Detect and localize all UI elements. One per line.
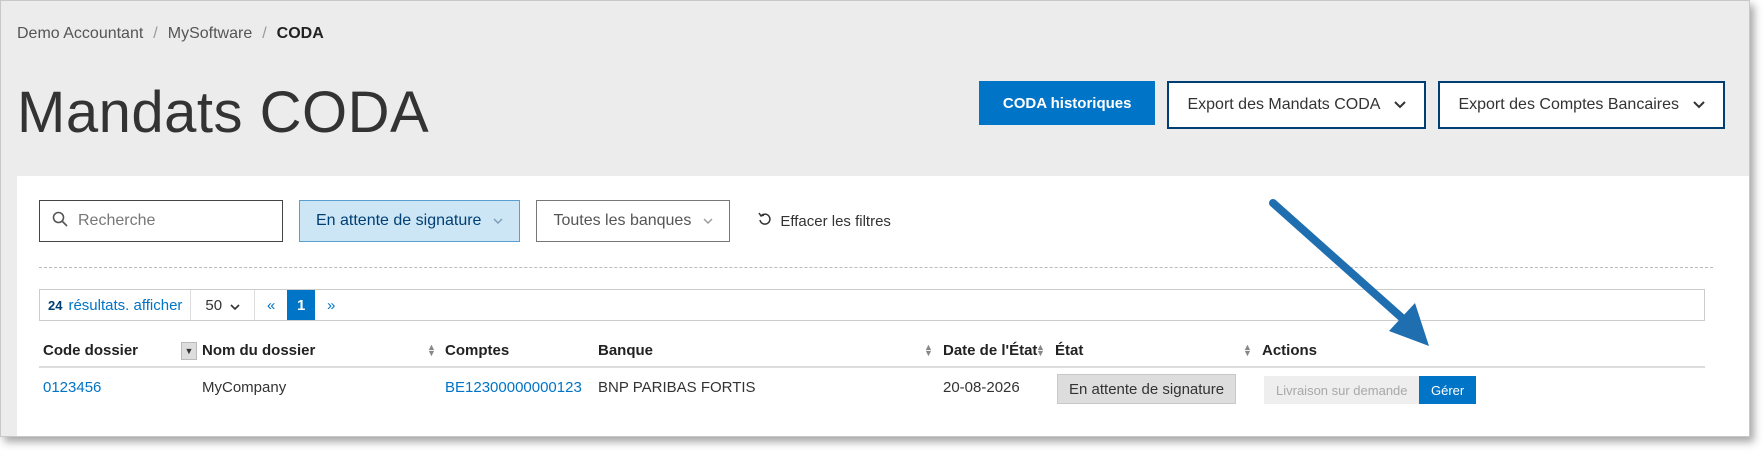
chevron-down-icon <box>493 216 503 227</box>
cell-name: MyCompany <box>202 379 287 396</box>
page-title: Mandats CODA <box>17 80 430 145</box>
export-mandates-label: Export des Mandats CODA <box>1187 96 1381 113</box>
cell-account-link[interactable]: BE12300000000123 <box>445 379 582 396</box>
mandates-table: Code dossier ▼ Nom du dossier ▲ ▼ Comptes… <box>39 336 1705 408</box>
sort-icon[interactable]: ▲ ▼ <box>1243 343 1252 358</box>
manage-button[interactable]: Gérer <box>1419 376 1477 404</box>
on-demand-delivery-button: Livraison sur demande <box>1264 376 1420 404</box>
col-actions: Actions <box>1262 342 1318 359</box>
breadcrumb-separator: / <box>262 25 267 42</box>
prev-page-button[interactable]: « <box>255 290 287 320</box>
results-count-number: 24 <box>48 297 63 313</box>
chevron-down-icon <box>230 297 240 314</box>
results-count: 24 résultats. afficher <box>40 290 192 320</box>
col-bank[interactable]: Banque <box>598 342 653 359</box>
col-accounts[interactable]: Comptes <box>445 342 509 359</box>
export-accounts-label: Export des Comptes Bancaires <box>1458 96 1679 113</box>
search-icon <box>52 211 68 232</box>
page-1-button[interactable]: 1 <box>287 290 316 320</box>
filter-divider <box>39 267 1713 268</box>
col-state[interactable]: État <box>1055 342 1083 359</box>
search-input[interactable] <box>78 212 258 230</box>
table-header: Code dossier ▼ Nom du dossier ▲ ▼ Comptes… <box>39 336 1705 368</box>
app-frame: Demo Accountant / MySoftware / CODA Mand… <box>0 0 1750 437</box>
table-row: 0123456 MyCompany BE12300000000123 BNP P… <box>39 368 1705 408</box>
search-box[interactable] <box>39 200 283 242</box>
breadcrumb-item-accountant[interactable]: Demo Accountant <box>17 25 143 43</box>
coda-history-button[interactable]: CODA historiques <box>978 81 1156 125</box>
status-badge: En attente de signature <box>1057 374 1237 404</box>
export-accounts-button[interactable]: Export des Comptes Bancaires <box>1438 81 1725 129</box>
col-date[interactable]: Date de l'État <box>943 342 1037 359</box>
chevron-down-icon <box>1693 98 1705 112</box>
status-filter-value: En attente de signature <box>316 212 482 229</box>
clear-filters-label: Effacer les filtres <box>780 212 891 230</box>
filter-row: En attente de signature Toutes les banqu… <box>39 200 891 242</box>
breadcrumb-separator: / <box>153 25 158 42</box>
breadcrumb: Demo Accountant / MySoftware / CODA <box>17 25 324 43</box>
sort-desc-icon[interactable]: ▼ <box>181 342 197 360</box>
col-name[interactable]: Nom du dossier <box>202 342 315 359</box>
page-size-value: 50 <box>205 296 223 314</box>
col-code[interactable]: Code dossier <box>43 342 138 359</box>
breadcrumb-current: CODA <box>276 25 324 42</box>
breadcrumb-item-software[interactable]: MySoftware <box>168 25 252 43</box>
bank-filter-value: Toutes les banques <box>553 212 692 229</box>
bank-filter-select[interactable]: Toutes les banques <box>536 200 731 242</box>
results-count-label: résultats. afficher <box>68 296 183 314</box>
cell-code-link[interactable]: 0123456 <box>43 379 101 396</box>
next-page-button[interactable]: » <box>315 290 347 320</box>
sort-icon[interactable]: ▲ ▼ <box>1036 343 1045 358</box>
sort-icon[interactable]: ▲ ▼ <box>427 343 436 358</box>
cell-date: 20-08-2026 <box>943 379 1020 396</box>
reset-icon <box>758 212 772 230</box>
header-actions: CODA historiques Export des Mandats CODA… <box>978 81 1725 129</box>
sort-icon[interactable]: ▲ ▼ <box>924 343 933 358</box>
content-panel: En attente de signature Toutes les banqu… <box>17 176 1749 436</box>
cell-bank: BNP PARIBAS FORTIS <box>598 379 756 396</box>
pagination-bar: 24 résultats. afficher 50 « 1 » <box>39 289 1705 321</box>
chevron-down-icon <box>703 216 713 227</box>
chevron-down-icon <box>1394 98 1407 112</box>
export-mandates-button[interactable]: Export des Mandats CODA <box>1167 81 1427 129</box>
page-size-select[interactable]: 50 <box>191 290 256 320</box>
clear-filters-link[interactable]: Effacer les filtres <box>758 212 891 230</box>
status-filter-select[interactable]: En attente de signature <box>299 200 521 242</box>
